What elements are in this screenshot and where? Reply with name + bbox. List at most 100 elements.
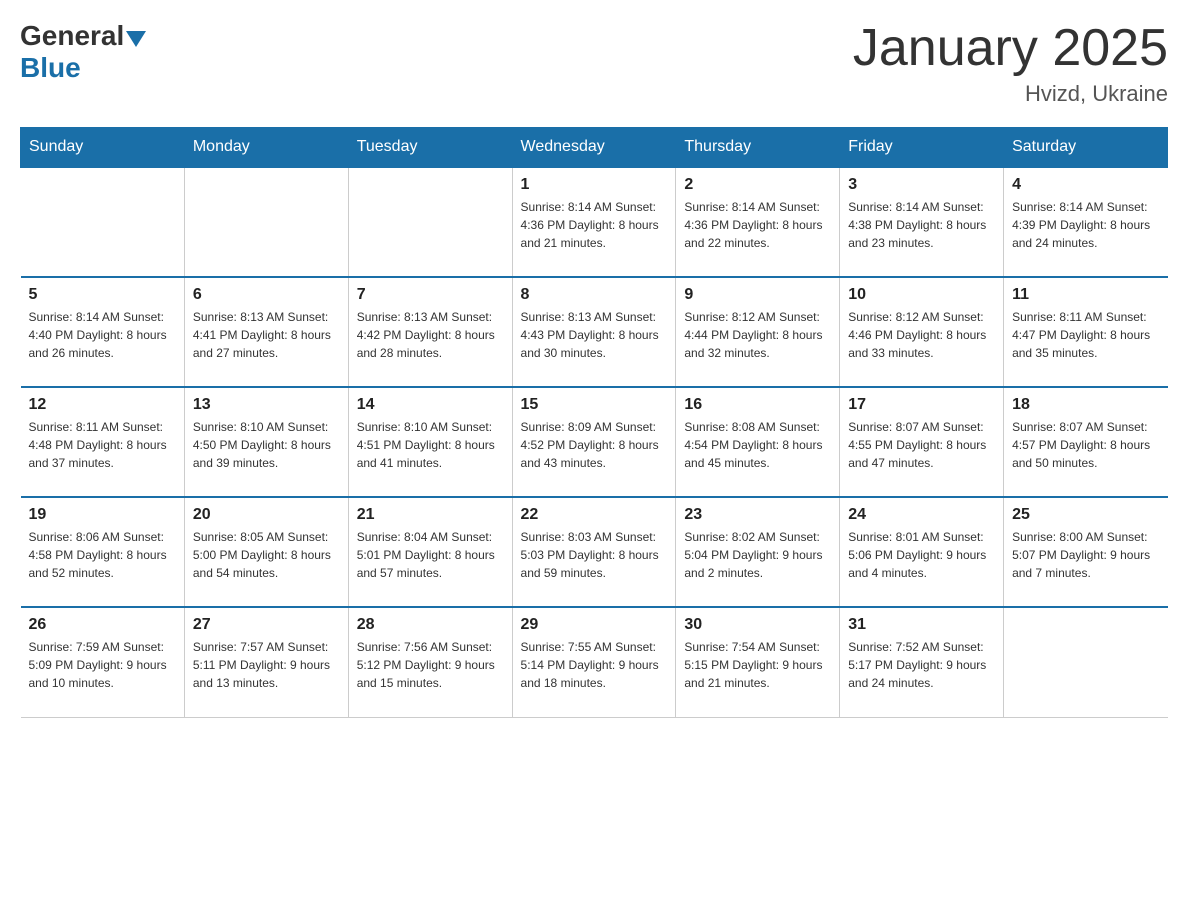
week-row-5: 26 Sunrise: 7:59 AM Sunset: 5:09 PM Dayli… [21,607,1168,717]
day-number: 8 [521,286,668,304]
calendar-cell: 11 Sunrise: 8:11 AM Sunset: 4:47 PM Dayli… [1004,277,1168,387]
day-number: 30 [684,616,831,634]
week-row-4: 19 Sunrise: 8:06 AM Sunset: 4:58 PM Dayli… [21,497,1168,607]
location-title: Hvizd, Ukraine [853,81,1168,107]
calendar-cell: 26 Sunrise: 7:59 AM Sunset: 5:09 PM Dayli… [21,607,185,717]
calendar-cell: 28Sunrise: 7:56 AM Sunset: 5:12 PM Dayli… [348,607,512,717]
calendar-cell: 27 Sunrise: 7:57 AM Sunset: 5:11 PM Dayli… [184,607,348,717]
day-info: Sunrise: 8:10 AM Sunset: 4:50 PM Dayligh… [193,418,340,472]
calendar-cell: 29 Sunrise: 7:55 AM Sunset: 5:14 PM Dayli… [512,607,676,717]
day-info: Sunrise: 8:04 AM Sunset: 5:01 PM Dayligh… [357,528,504,582]
calendar-cell: 21 Sunrise: 8:04 AM Sunset: 5:01 PM Dayli… [348,497,512,607]
weekday-header-tuesday: Tuesday [348,128,512,168]
day-number: 31 [848,616,995,634]
day-info: Sunrise: 8:11 AM Sunset: 4:47 PM Dayligh… [1012,308,1159,362]
day-number: 26 [29,616,176,634]
day-info: Sunrise: 8:05 AM Sunset: 5:00 PM Dayligh… [193,528,340,582]
calendar-cell [348,167,512,277]
day-number: 20 [193,506,340,524]
calendar-cell: 4 Sunrise: 8:14 AM Sunset: 4:39 PM Daylig… [1004,167,1168,277]
day-info: Sunrise: 8:10 AM Sunset: 4:51 PM Dayligh… [357,418,504,472]
day-number: 17 [848,396,995,414]
day-info: Sunrise: 8:07 AM Sunset: 4:55 PM Dayligh… [848,418,995,472]
calendar-cell: 20 Sunrise: 8:05 AM Sunset: 5:00 PM Dayli… [184,497,348,607]
calendar-cell: 18Sunrise: 8:07 AM Sunset: 4:57 PM Dayli… [1004,387,1168,497]
day-info: Sunrise: 8:09 AM Sunset: 4:52 PM Dayligh… [521,418,668,472]
calendar-cell: 13 Sunrise: 8:10 AM Sunset: 4:50 PM Dayli… [184,387,348,497]
weekday-header-monday: Monday [184,128,348,168]
calendar-table: SundayMondayTuesdayWednesdayThursdayFrid… [20,127,1168,718]
logo-triangle-icon [126,31,146,47]
weekday-header-saturday: Saturday [1004,128,1168,168]
day-info: Sunrise: 8:01 AM Sunset: 5:06 PM Dayligh… [848,528,995,582]
day-number: 14 [357,396,504,414]
day-number: 24 [848,506,995,524]
day-number: 25 [1012,506,1159,524]
calendar-cell: 6 Sunrise: 8:13 AM Sunset: 4:41 PM Daylig… [184,277,348,387]
title-block: January 2025 Hvizd, Ukraine [853,20,1168,107]
calendar-cell: 3 Sunrise: 8:14 AM Sunset: 4:38 PM Daylig… [840,167,1004,277]
calendar-cell: 22Sunrise: 8:03 AM Sunset: 5:03 PM Dayli… [512,497,676,607]
calendar-cell: 24 Sunrise: 8:01 AM Sunset: 5:06 PM Dayli… [840,497,1004,607]
day-info: Sunrise: 8:12 AM Sunset: 4:44 PM Dayligh… [684,308,831,362]
calendar-cell: 9 Sunrise: 8:12 AM Sunset: 4:44 PM Daylig… [676,277,840,387]
day-info: Sunrise: 8:14 AM Sunset: 4:38 PM Dayligh… [848,198,995,252]
calendar-cell: 12Sunrise: 8:11 AM Sunset: 4:48 PM Dayli… [21,387,185,497]
day-number: 7 [357,286,504,304]
day-number: 12 [29,396,176,414]
day-number: 10 [848,286,995,304]
day-number: 23 [684,506,831,524]
day-info: Sunrise: 7:59 AM Sunset: 5:09 PM Dayligh… [29,638,176,692]
logo-blue-text: Blue [20,52,81,84]
day-number: 28 [357,616,504,634]
day-number: 11 [1012,286,1159,304]
day-info: Sunrise: 8:00 AM Sunset: 5:07 PM Dayligh… [1012,528,1159,582]
day-info: Sunrise: 8:03 AM Sunset: 5:03 PM Dayligh… [521,528,668,582]
calendar-cell: 25 Sunrise: 8:00 AM Sunset: 5:07 PM Dayli… [1004,497,1168,607]
calendar-cell: 1Sunrise: 8:14 AM Sunset: 4:36 PM Daylig… [512,167,676,277]
day-info: Sunrise: 7:55 AM Sunset: 5:14 PM Dayligh… [521,638,668,692]
day-info: Sunrise: 8:06 AM Sunset: 4:58 PM Dayligh… [29,528,176,582]
calendar-cell: 10 Sunrise: 8:12 AM Sunset: 4:46 PM Dayli… [840,277,1004,387]
day-info: Sunrise: 8:13 AM Sunset: 4:43 PM Dayligh… [521,308,668,362]
page-header: General Blue January 2025 Hvizd, Ukraine [20,20,1168,107]
calendar-cell: 23 Sunrise: 8:02 AM Sunset: 5:04 PM Dayli… [676,497,840,607]
calendar-cell [184,167,348,277]
day-info: Sunrise: 8:14 AM Sunset: 4:39 PM Dayligh… [1012,198,1159,252]
calendar-cell: 8 Sunrise: 8:13 AM Sunset: 4:43 PM Daylig… [512,277,676,387]
day-info: Sunrise: 8:02 AM Sunset: 5:04 PM Dayligh… [684,528,831,582]
calendar-cell [1004,607,1168,717]
week-row-1: 1 Sunrise: 8:14 AM Sunset: 4:36 PM Daylig… [21,167,1168,277]
day-number: 3 [848,176,995,194]
day-number: 29 [521,616,668,634]
day-info: Sunrise: 8:14 AM Sunset: 4:40 PM Dayligh… [29,308,176,362]
day-info: Sunrise: 8:13 AM Sunset: 4:42 PM Dayligh… [357,308,504,362]
day-number: 2 [684,176,831,194]
day-number: 18 [1012,396,1159,414]
day-number: 6 [193,286,340,304]
day-info: Sunrise: 8:13 AM Sunset: 4:41 PM Dayligh… [193,308,340,362]
day-info: Sunrise: 8:12 AM Sunset: 4:46 PM Dayligh… [848,308,995,362]
day-number: 16 [684,396,831,414]
day-number: 21 [357,506,504,524]
calendar-cell: 15Sunrise: 8:09 AM Sunset: 4:52 PM Dayli… [512,387,676,497]
day-number: 1 [521,176,668,194]
month-title: January 2025 [853,20,1168,77]
day-number: 5 [29,286,176,304]
day-number: 4 [1012,176,1159,194]
day-info: Sunrise: 7:57 AM Sunset: 5:11 PM Dayligh… [193,638,340,692]
calendar-cell: 7 Sunrise: 8:13 AM Sunset: 4:42 PM Daylig… [348,277,512,387]
calendar-cell: 16 Sunrise: 8:08 AM Sunset: 4:54 PM Dayli… [676,387,840,497]
logo: General Blue [20,20,146,84]
day-info: Sunrise: 8:14 AM Sunset: 4:36 PM Dayligh… [684,198,831,252]
weekday-header-row: SundayMondayTuesdayWednesdayThursdayFrid… [21,128,1168,168]
logo-general-text: General [20,20,124,52]
day-number: 9 [684,286,831,304]
day-number: 27 [193,616,340,634]
day-number: 13 [193,396,340,414]
day-info: Sunrise: 8:08 AM Sunset: 4:54 PM Dayligh… [684,418,831,472]
calendar-cell [21,167,185,277]
calendar-cell: 31Sunrise: 7:52 AM Sunset: 5:17 PM Dayli… [840,607,1004,717]
week-row-3: 12Sunrise: 8:11 AM Sunset: 4:48 PM Dayli… [21,387,1168,497]
day-number: 19 [29,506,176,524]
